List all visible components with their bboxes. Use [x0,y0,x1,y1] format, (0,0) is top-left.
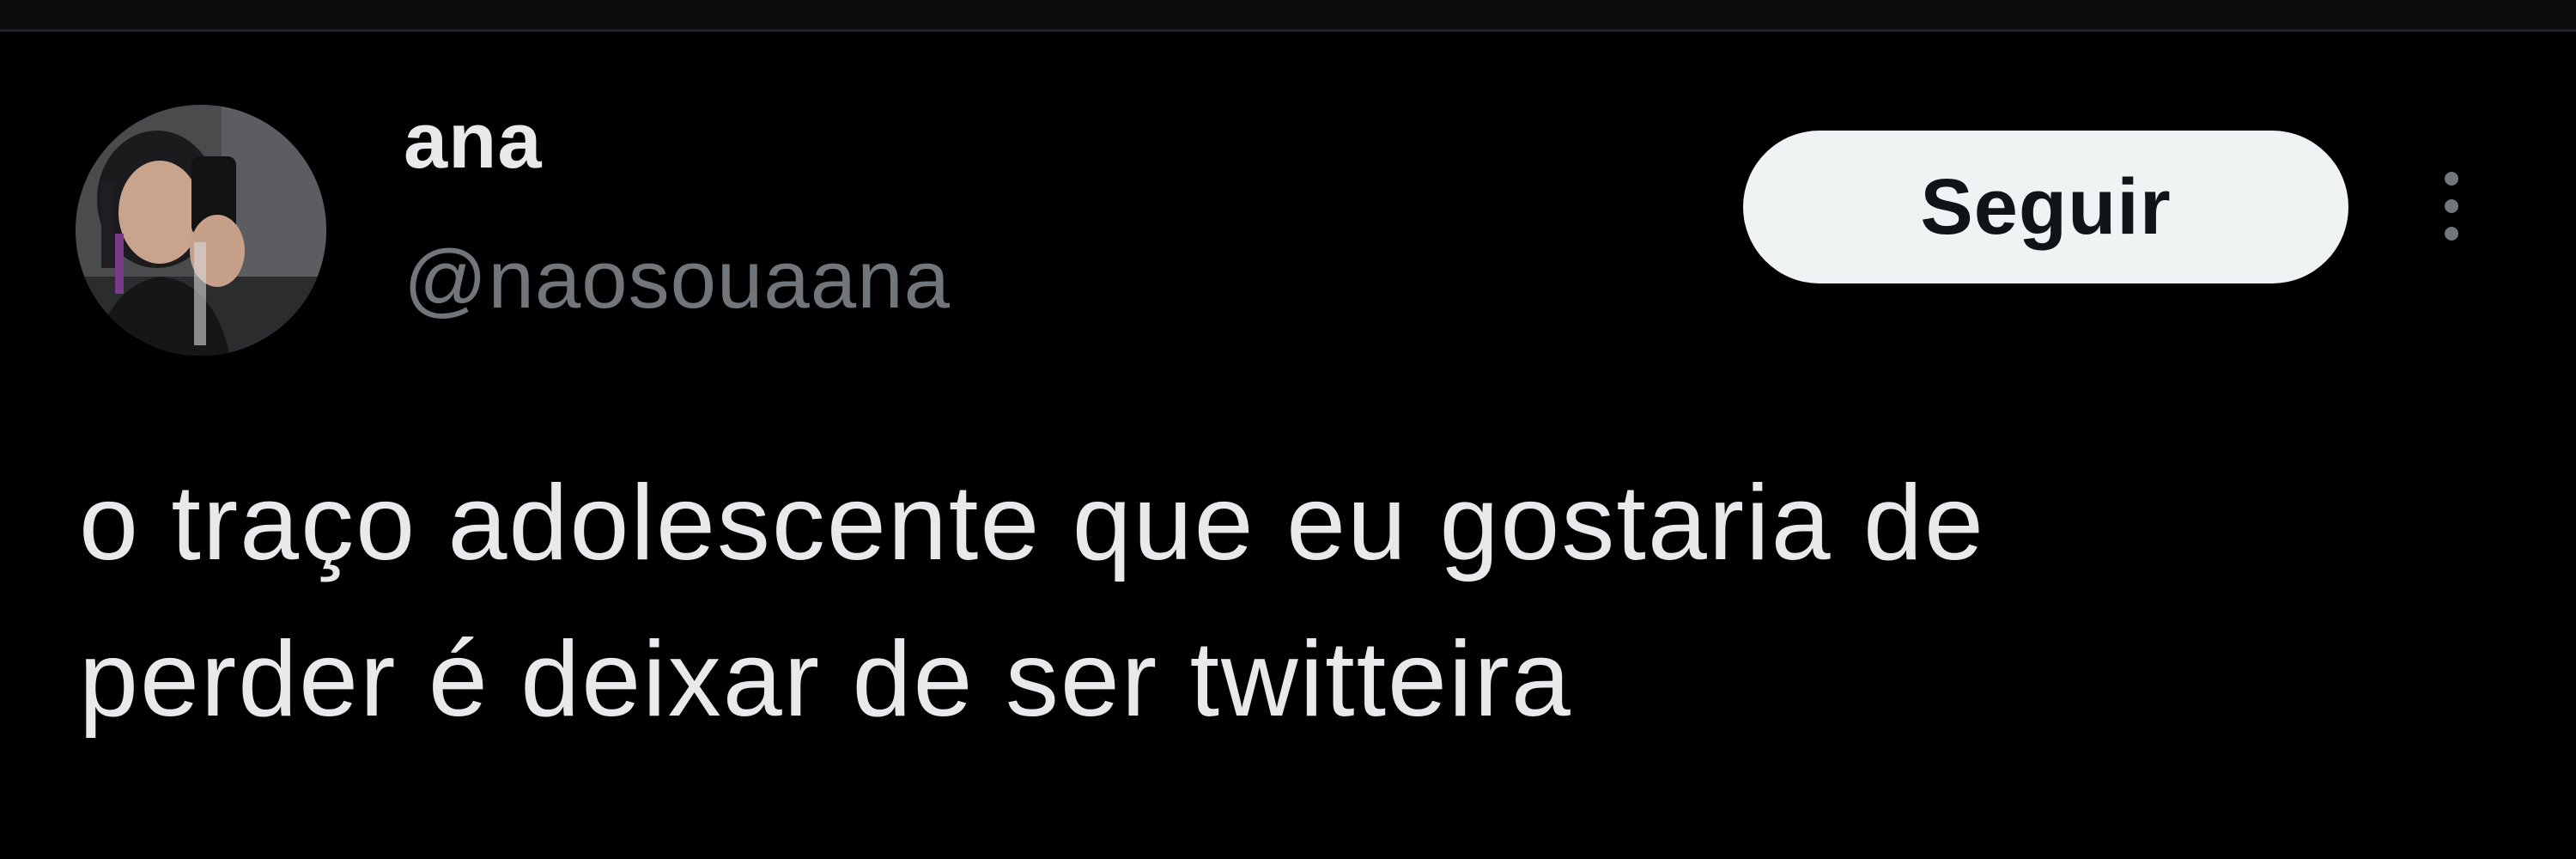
more-options-glyph [2445,172,2458,241]
tweet-text-line: perder é deixar de ser twitteira [79,620,1572,739]
follow-button[interactable]: Seguir [1743,131,2348,283]
tweet-text: o traço adolescente que eu gostaria de p… [79,445,2500,758]
more-options-icon[interactable] [2421,163,2482,249]
author-handle[interactable]: @naosouaana [404,239,951,321]
tweet-text-line: o traço adolescente que eu gostaria de [79,464,1985,582]
top-divider [0,0,2576,32]
author-display-name[interactable]: ana [404,101,543,180]
avatar[interactable] [76,105,326,356]
avatar-photo [76,105,326,356]
